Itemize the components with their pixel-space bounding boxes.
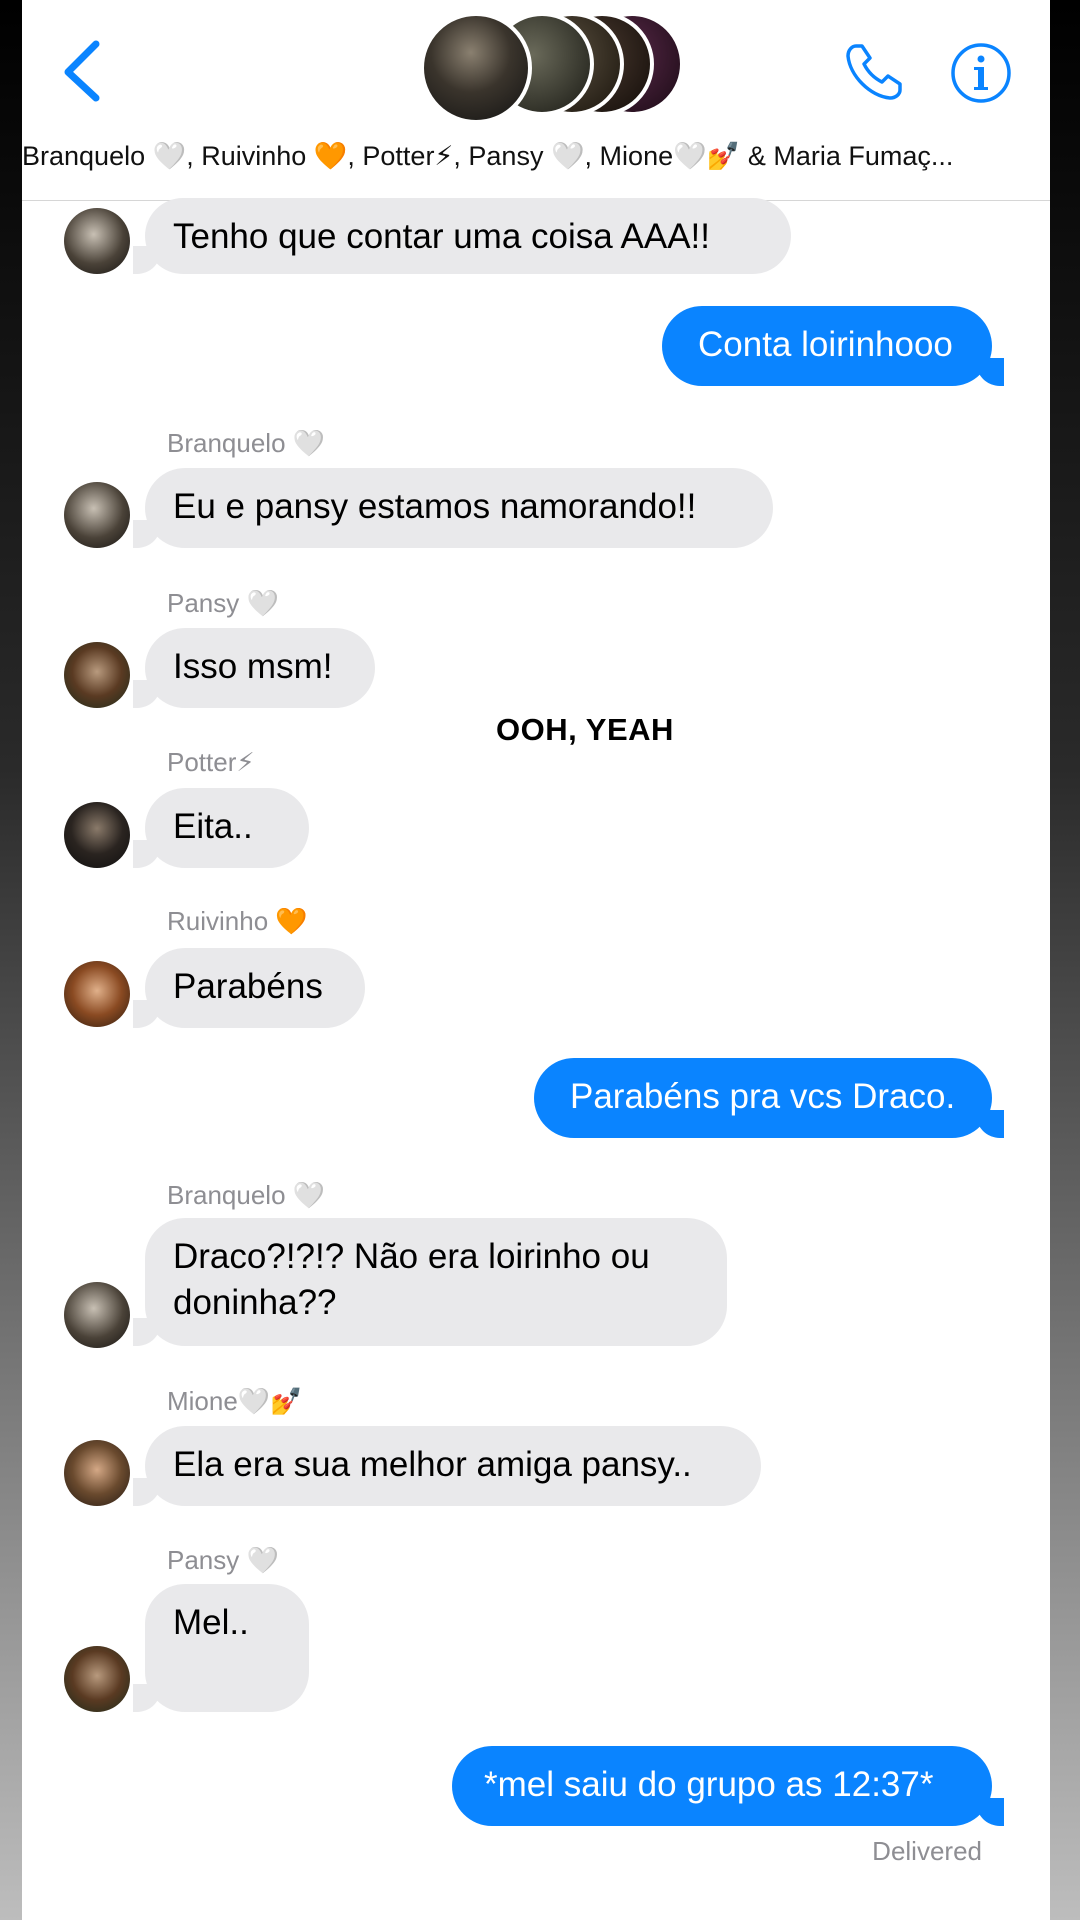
avatar bbox=[64, 1282, 130, 1348]
left-frame bbox=[0, 0, 22, 1920]
avatar bbox=[64, 1646, 130, 1712]
message-bubble[interactable]: Eita.. bbox=[133, 788, 309, 868]
info-button[interactable] bbox=[950, 42, 1012, 104]
message-bubble[interactable]: Eu e pansy estamos namorando!! bbox=[133, 468, 773, 548]
group-avatar-stack[interactable] bbox=[420, 12, 684, 124]
info-icon bbox=[951, 43, 1011, 103]
avatar bbox=[420, 12, 532, 124]
message-bubble[interactable]: Tenho que contar uma coisa AAA!! bbox=[133, 198, 791, 274]
sender-name: Branquelo 🤍 bbox=[167, 1180, 326, 1210]
group-members-title[interactable]: Branquelo 🤍, Ruivinho 🧡, Potter⚡, Pansy … bbox=[22, 140, 1050, 172]
sender-name: Potter⚡ bbox=[167, 747, 255, 777]
avatar bbox=[64, 208, 130, 274]
message-bubble[interactable]: Parabéns pra vcs Draco. bbox=[534, 1058, 1004, 1138]
message-bubble[interactable]: Draco?!?!? Não era loirinho ou doninha?? bbox=[133, 1218, 727, 1346]
sender-name: Mione🤍💅 bbox=[167, 1386, 303, 1416]
message-bubble[interactable]: Isso msm! bbox=[133, 628, 375, 708]
avatar bbox=[64, 482, 130, 548]
chevron-left-icon bbox=[64, 40, 100, 102]
message-bubble[interactable]: *mel saiu do grupo as 12:37* bbox=[452, 1746, 1004, 1826]
overlay-caption: OOH, YEAH bbox=[496, 712, 674, 747]
avatar bbox=[64, 642, 130, 708]
avatar bbox=[64, 961, 130, 1027]
avatar bbox=[64, 802, 130, 868]
chat-screen: Branquelo 🤍, Ruivinho 🧡, Potter⚡, Pansy … bbox=[22, 0, 1050, 1920]
message-bubble[interactable]: Mel.. bbox=[133, 1584, 309, 1712]
sender-name: Pansy 🤍 bbox=[167, 1545, 279, 1575]
chat-header: Branquelo 🤍, Ruivinho 🧡, Potter⚡, Pansy … bbox=[22, 0, 1050, 201]
back-button[interactable] bbox=[56, 38, 106, 102]
right-frame bbox=[1050, 0, 1080, 1920]
sender-name: Ruivinho 🧡 bbox=[167, 906, 308, 936]
delivery-status: Delivered bbox=[872, 1836, 982, 1866]
call-button[interactable] bbox=[842, 40, 906, 104]
message-bubble[interactable]: Ela era sua melhor amiga pansy.. bbox=[133, 1426, 761, 1506]
message-bubble[interactable]: Conta loirinhooo bbox=[662, 306, 1004, 386]
message-bubble[interactable]: Parabéns bbox=[133, 948, 365, 1028]
phone-icon bbox=[846, 44, 902, 100]
avatar bbox=[64, 1440, 130, 1506]
sender-name: Pansy 🤍 bbox=[167, 588, 279, 618]
sender-name: Branquelo 🤍 bbox=[167, 428, 326, 458]
